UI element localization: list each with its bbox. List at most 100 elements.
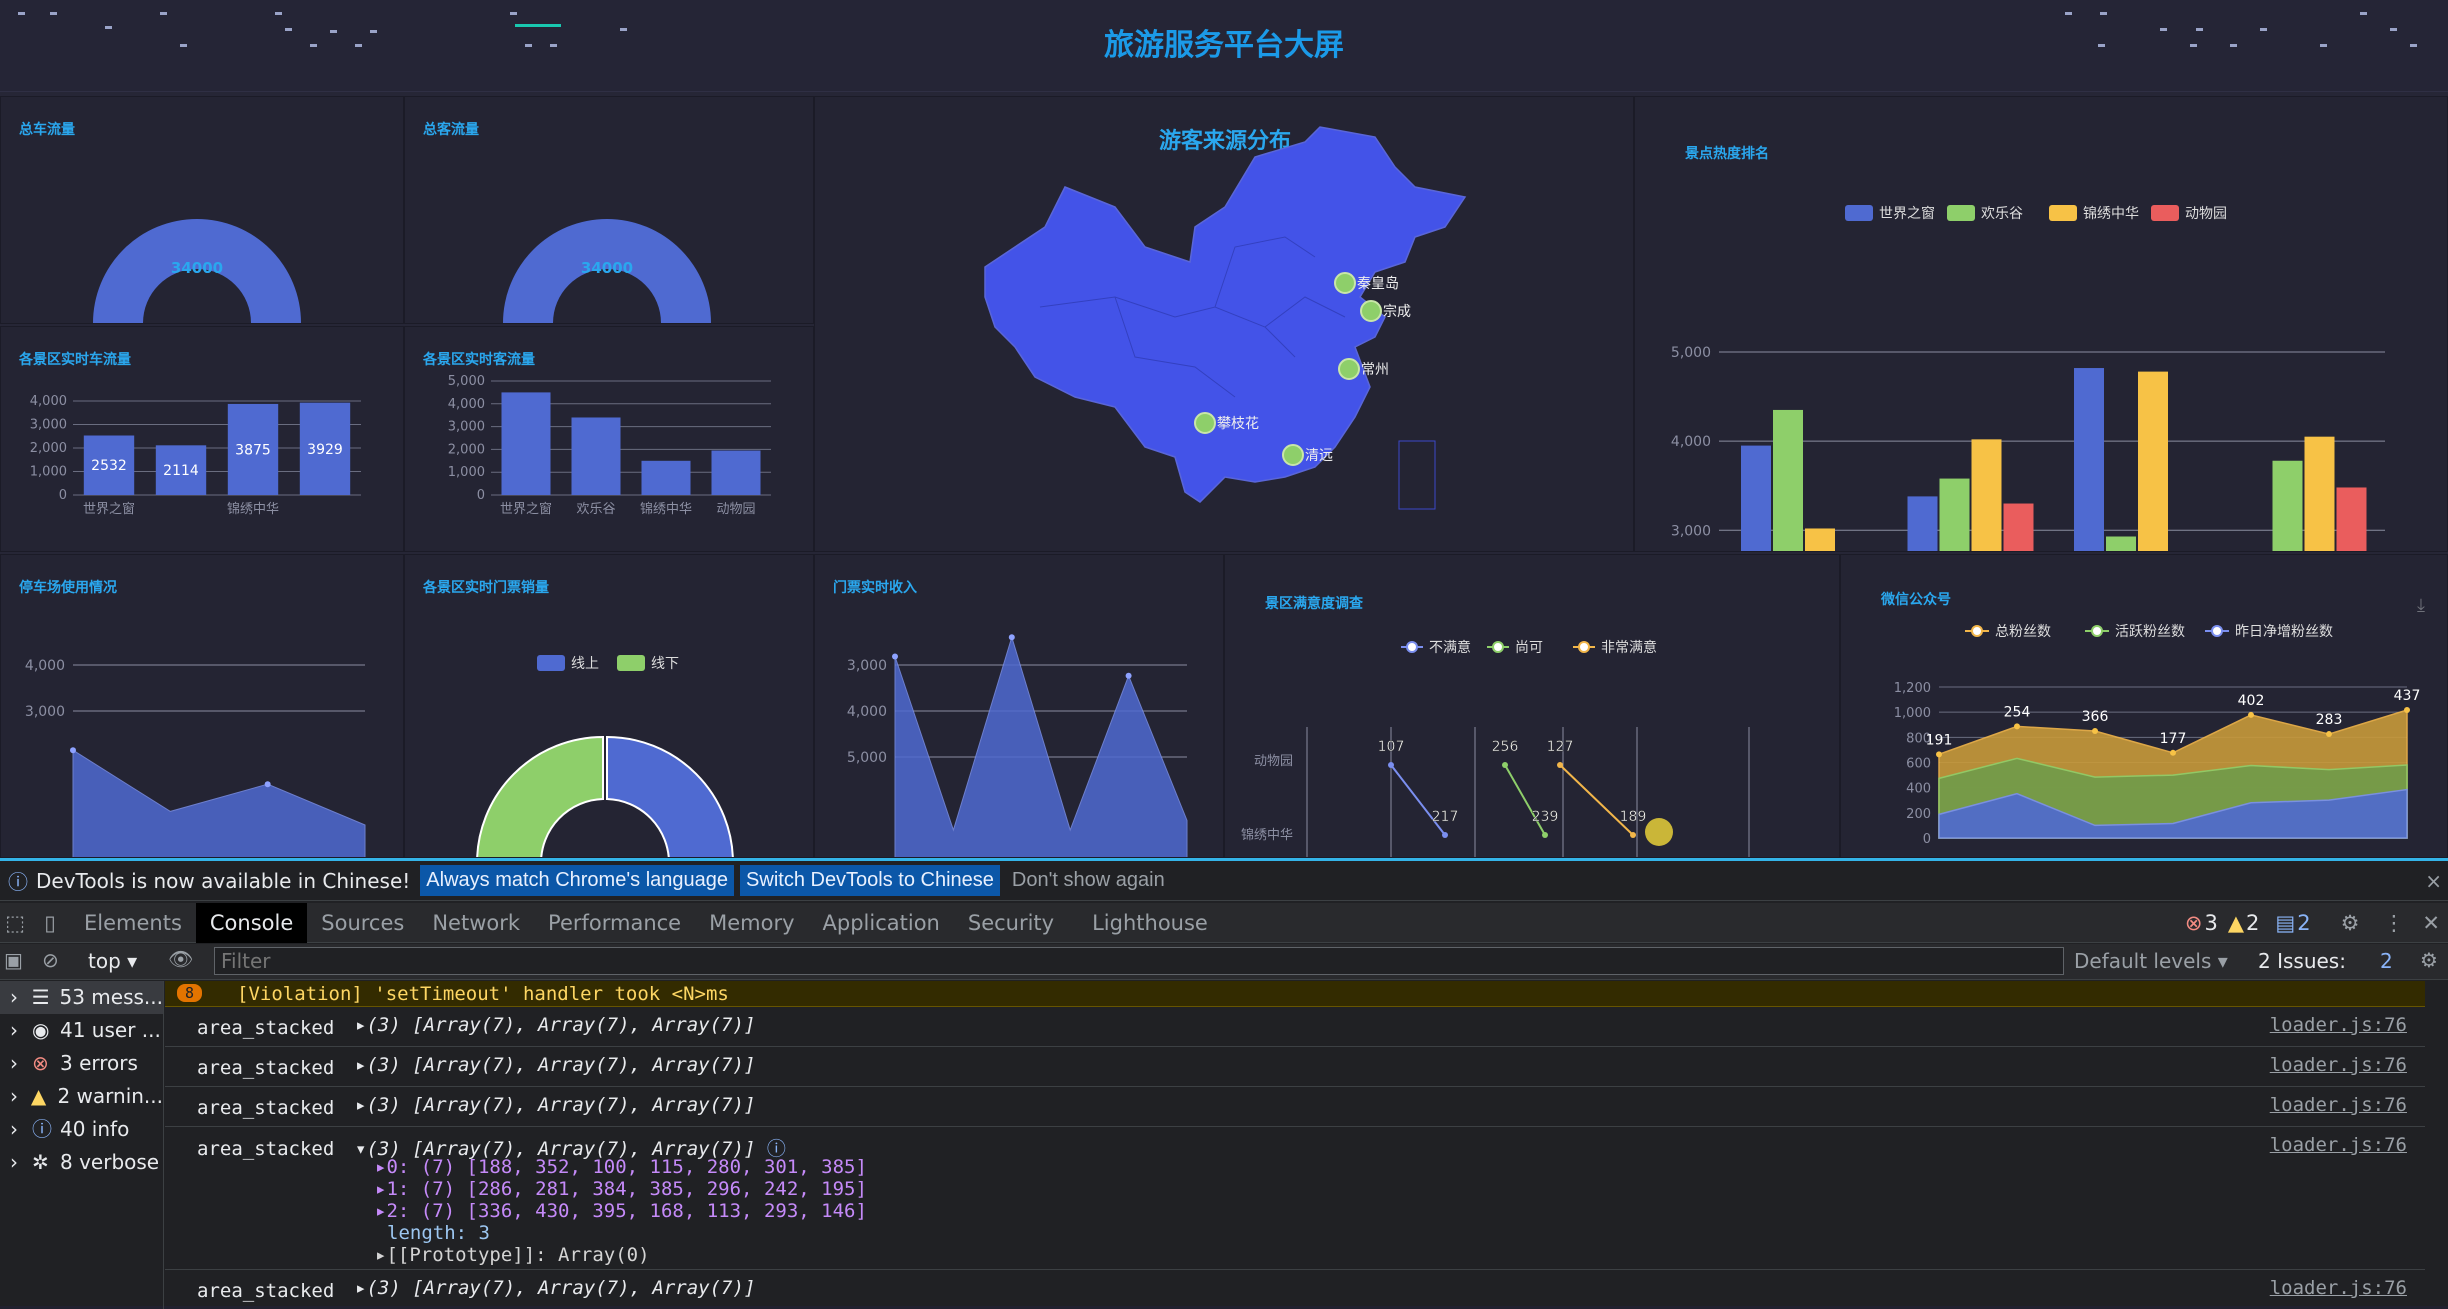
array-prototype[interactable]: ▸[[Prototype]]: Array(0) <box>375 1244 650 1266</box>
y-tick-label: 1,000 <box>30 465 67 480</box>
console-settings-icon[interactable]: ⚙ <box>2420 948 2438 972</box>
legend-marker <box>1492 641 1504 653</box>
bar <box>2106 536 2136 551</box>
data-point <box>1502 762 1508 768</box>
array-row-0[interactable]: ▸0: (7) [188, 352, 100, 115, 280, 301, 3… <box>375 1156 867 1178</box>
data-point <box>1442 832 1448 838</box>
data-label: 107 <box>1378 739 1405 755</box>
tab-console[interactable]: Console <box>195 902 308 943</box>
data-label: 127 <box>1547 739 1574 755</box>
close-devtools-icon[interactable]: ✕ <box>2422 911 2440 935</box>
violation-count: 8 <box>177 984 203 1002</box>
tab-performance[interactable]: Performance <box>534 903 695 943</box>
violation-row[interactable]: 8 [Violation] 'setTimeout' handler took … <box>165 981 2425 1007</box>
more-icon[interactable]: ⋮ <box>2383 911 2404 935</box>
log-source-link[interactable]: loader.js:76 <box>2270 1014 2407 1036</box>
y-tick-label: 1,000 <box>1894 706 1931 721</box>
log-source-link[interactable]: loader.js:76 <box>2270 1277 2407 1299</box>
city-label: 攀枝花 <box>1217 416 1259 432</box>
tab-security[interactable]: Security <box>954 903 1068 943</box>
bar <box>1805 528 1835 551</box>
eye-icon[interactable]: 👁 <box>168 947 193 971</box>
bar-chart-ranking: 3,000 4,000 5,000 世界之窗 欢乐谷 锦绣中华 动物园 <box>1671 205 2385 551</box>
device-toolbar-icon[interactable]: ▯ <box>30 911 70 935</box>
issues-count[interactable]: 2 <box>2380 949 2393 973</box>
bar-value-label: 3875 <box>235 442 271 458</box>
sidebar-item-user[interactable]: › ◉ 41 user ... <box>0 1014 163 1047</box>
switch-chinese-button[interactable]: Switch DevTools to Chinese <box>740 865 1000 896</box>
y-tick-label: 4,000 <box>448 397 485 412</box>
gear-icon[interactable]: ⚙ <box>2341 911 2360 935</box>
sidebar-item-warnings[interactable]: › ▲ 2 warnin... <box>0 1080 163 1113</box>
log-label: area_stacked <box>197 1097 335 1119</box>
warning-count[interactable]: 2 <box>2246 911 2259 935</box>
data-label: 256 <box>1492 739 1519 755</box>
data-label: 254 <box>2004 704 2031 720</box>
chevron-right-icon: › <box>10 1150 18 1174</box>
sidebar-item-messages[interactable]: › ☰ 53 mess... <box>0 981 163 1014</box>
filter-input[interactable] <box>214 947 2064 975</box>
message-count[interactable]: 2 <box>2297 911 2310 935</box>
y-tick-label: 3,000 <box>847 658 887 674</box>
levels-dropdown[interactable]: Default levels ▾ <box>2074 949 2228 973</box>
error-icon: ⊗ <box>2184 911 2203 935</box>
sidebar-item-verbose[interactable]: › ✲ 8 verbose <box>0 1146 163 1179</box>
log-source-link[interactable]: loader.js:76 <box>2270 1094 2407 1116</box>
log-source-link[interactable]: loader.js:76 <box>2270 1134 2407 1156</box>
dont-show-again-button[interactable]: Don't show again <box>1006 865 1171 896</box>
sidebar-toggle-icon[interactable]: ▣ <box>4 948 23 972</box>
x-tick-label: 锦绣中华 <box>640 502 692 517</box>
log-row[interactable]: area_stacked ▸(3) [Array(7), Array(7), A… <box>165 1271 2425 1309</box>
array-row-1[interactable]: ▸1: (7) [286, 281, 384, 385, 296, 242, 1… <box>375 1178 867 1200</box>
violation-text: [Violation] 'setTimeout' handler took <N… <box>237 983 729 1005</box>
x-tick-label: 动物园 <box>716 502 755 517</box>
log-source-link[interactable]: loader.js:76 <box>2270 1054 2407 1076</box>
inspect-icon[interactable]: ⬚ <box>0 911 30 935</box>
tab-application[interactable]: Application <box>809 903 954 943</box>
log-value[interactable]: ▸(3) [Array(7), Array(7), Array(7)] <box>355 1054 755 1076</box>
download-icon[interactable]: ⤓ <box>2417 595 2425 616</box>
tab-memory[interactable]: Memory <box>695 903 808 943</box>
sidebar-item-info[interactable]: › ⓘ 40 info <box>0 1113 163 1146</box>
bar <box>1907 496 1938 551</box>
log-row[interactable]: area_stacked ▸(3) [Array(7), Array(7), A… <box>165 1088 2425 1127</box>
tab-sources[interactable]: Sources <box>307 903 418 943</box>
warning-icon: ▲ <box>30 1084 47 1108</box>
context-selector[interactable]: top ▾ <box>88 949 137 973</box>
data-label: 402 <box>2238 693 2265 709</box>
log-value-text: (3) [Array(7), Array(7), Array(7)] <box>366 1054 756 1076</box>
tab-elements[interactable]: Elements <box>70 903 196 943</box>
y-tick-label: 5,000 <box>1671 345 1711 361</box>
clear-console-icon[interactable]: ⊘ <box>42 948 59 972</box>
y-tick-label: 1,000 <box>448 465 485 480</box>
donut-chart-vehicle: 34000 <box>93 219 301 323</box>
array-row-2[interactable]: ▸2: (7) [336, 430, 395, 168, 113, 293, 1… <box>375 1200 867 1222</box>
bar <box>1939 478 1970 551</box>
close-icon[interactable]: × <box>2425 869 2442 893</box>
error-count[interactable]: 3 <box>2204 911 2217 935</box>
log-row[interactable]: area_stacked ▸(3) [Array(7), Array(7), A… <box>165 1048 2425 1087</box>
log-row-expanded[interactable]: area_stacked ▾(3) [Array(7), Array(7), A… <box>165 1128 2425 1270</box>
y-tick-label: 2,000 <box>448 442 485 457</box>
tab-network[interactable]: Network <box>418 903 534 943</box>
bar <box>2003 503 2034 551</box>
log-row[interactable]: area_stacked ▸(3) [Array(7), Array(7), A… <box>165 1008 2425 1047</box>
panel-vehicle-flow: 各景区实时车流量 0 1,000 2,000 3,000 4,000 2532 2114 38… <box>0 326 404 552</box>
log-value[interactable]: ▸(3) [Array(7), Array(7), Array(7)] <box>355 1094 755 1116</box>
tab-lighthouse[interactable]: Lighthouse <box>1078 903 1222 943</box>
sidebar-item-errors[interactable]: › ⊗ 3 errors <box>0 1047 163 1080</box>
bar-chart-visitor-flow: 0 1,000 2,000 3,000 4,000 5,000 世界之窗 欢乐谷 锦绣中华 动物园 <box>448 374 771 517</box>
area-fill <box>894 635 1188 857</box>
china-map: 秦皇岛宗成常州攀枝花清远 <box>984 126 1467 510</box>
bar-value-label: 2532 <box>91 458 127 474</box>
match-language-button[interactable]: Always match Chrome's language <box>420 865 735 896</box>
log-value[interactable]: ▸(3) [Array(7), Array(7), Array(7)] <box>355 1277 755 1299</box>
log-value[interactable]: ▸(3) [Array(7), Array(7), Array(7)] <box>355 1014 755 1036</box>
issues-label[interactable]: 2 Issues: <box>2258 949 2346 973</box>
chevron-right-icon: › <box>10 1018 18 1042</box>
panel-parking: 停车场使用情况 3,000 4,000 <box>0 554 404 858</box>
list-icon: ☰ <box>31 985 50 1009</box>
sidebar-label: 41 user ... <box>60 1018 161 1042</box>
array-row-text: 0: (7) [188, 352, 100, 115, 280, 301, 38… <box>386 1156 867 1178</box>
data-point <box>264 781 271 788</box>
